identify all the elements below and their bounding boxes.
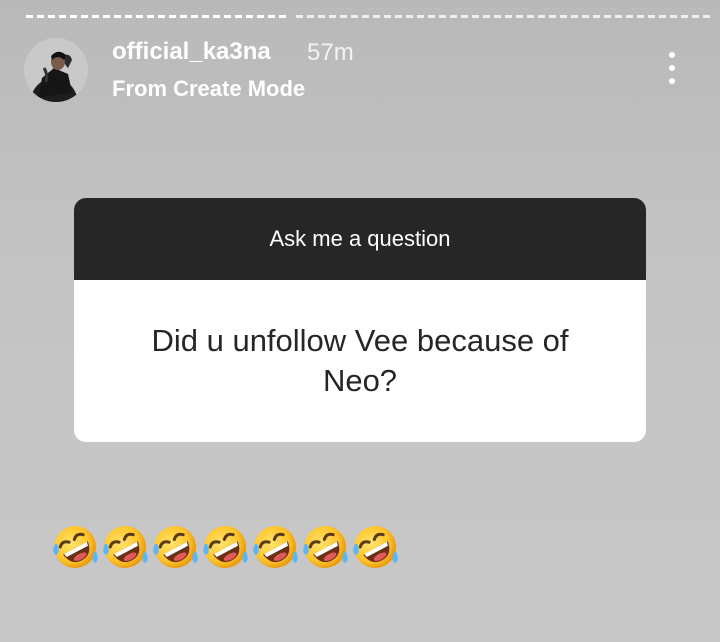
- emoji-row: [50, 522, 400, 574]
- profile-photo: [24, 38, 88, 102]
- rofl-emoji-icon: [250, 522, 300, 572]
- question-text: Did u unfollow Vee because of Neo?: [151, 323, 569, 398]
- rofl-emoji-icon: [200, 522, 250, 572]
- rofl-emoji-icon: [100, 522, 150, 572]
- rofl-emoji-icon: [350, 522, 400, 572]
- rofl-emoji-icon: [300, 522, 350, 572]
- more-dot: [669, 52, 675, 58]
- post-time: 57m: [307, 39, 354, 66]
- question-sticker-header: Ask me a question: [74, 198, 646, 280]
- create-mode-label[interactable]: From Create Mode: [112, 76, 305, 102]
- story-progress-bar: [26, 15, 710, 18]
- rofl-emoji-icon: [50, 522, 100, 572]
- more-dot: [669, 78, 675, 84]
- more-dot: [669, 65, 675, 71]
- more-vertical-icon[interactable]: [656, 48, 688, 88]
- question-sticker[interactable]: Ask me a question Did u unfollow Vee bec…: [74, 198, 646, 442]
- username[interactable]: official_ka3na: [112, 38, 271, 66]
- question-sticker-body: Did u unfollow Vee because of Neo?: [74, 280, 646, 442]
- story-progress-segment-viewed: [26, 15, 290, 18]
- rofl-emoji-icon: [150, 522, 200, 572]
- story-progress-segment-remaining: [296, 15, 710, 18]
- avatar[interactable]: [24, 38, 88, 102]
